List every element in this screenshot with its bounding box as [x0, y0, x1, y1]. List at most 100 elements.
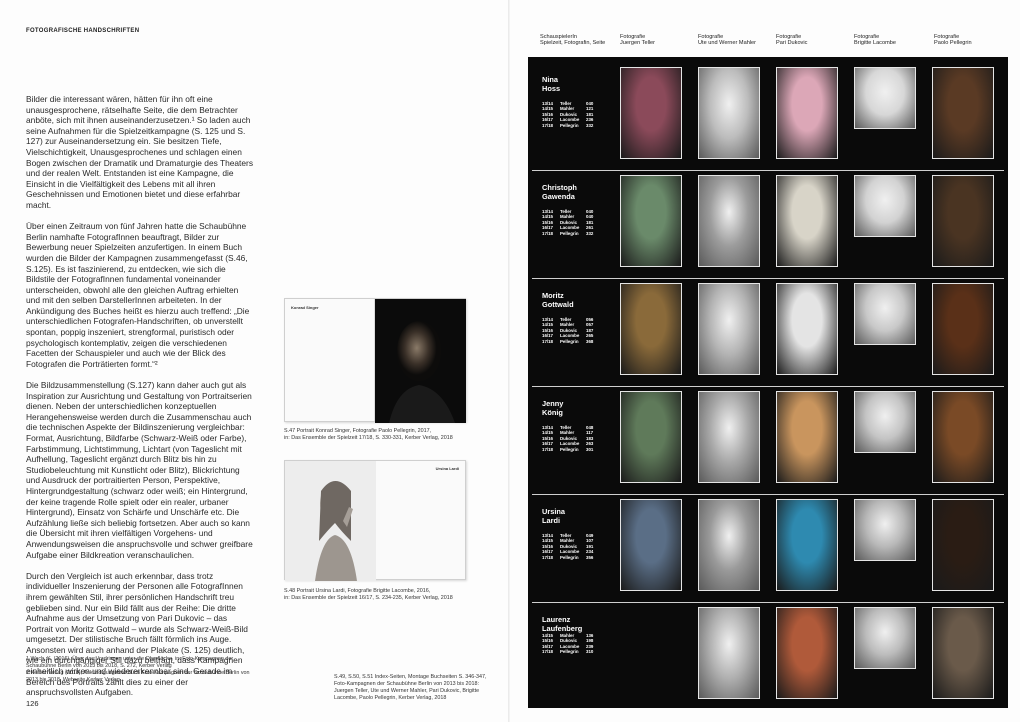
- portrait-photo: [932, 283, 994, 375]
- shoot-entry: 17/18 Pellegrin 356: [542, 554, 594, 560]
- paragraph: Die Bildzusammenstellung (S.127) kann da…: [26, 380, 253, 560]
- portrait-photo: [932, 499, 994, 591]
- body-text: Bilder die interessant wären, hätten für…: [26, 94, 254, 708]
- photo-fill: [699, 284, 759, 374]
- photo-fill: [855, 284, 915, 344]
- shoot-entry: 17/18 Pellegrin 332: [542, 122, 594, 128]
- portrait-index-table: Nina Hoss 13/14 Teller 040 14/15 Mahler 121 15/1…: [528, 57, 1008, 708]
- portrait-photo: [698, 499, 760, 591]
- portrait-photo: [932, 607, 994, 699]
- shoot-list: 13/14 Teller 040 14/15 Mahler 040 15/16 Dukovic…: [542, 209, 622, 236]
- portrait-photo: [854, 175, 916, 237]
- actor-name: Jenny König: [542, 399, 564, 417]
- shoot-entry: 17/18 Pellegrin 301: [542, 446, 594, 452]
- photo-fill: [777, 500, 837, 590]
- photo-fill: [855, 176, 915, 236]
- portrait-photo: [854, 499, 916, 561]
- paragraph: Bilder die interessant wären, hätten für…: [26, 94, 254, 210]
- index-caption: S.49, S.50, S.51 Index-Seiten, Montage B…: [334, 674, 487, 701]
- actor-row: Jenny König 13/14 Teller 048 14/15 Mahler 117 15…: [528, 387, 1008, 493]
- photo-fill: [699, 176, 759, 266]
- portrait-ursina-lardi: [285, 461, 376, 581]
- photo-fill: [777, 176, 837, 266]
- shoot-entry: 17/18 Pellegrin 368: [542, 338, 594, 344]
- portrait-photo: [932, 175, 994, 267]
- portrait-photo: [776, 391, 838, 483]
- portrait-photo: [285, 461, 376, 581]
- portrait-photo: [932, 67, 994, 159]
- photo-fill: [933, 500, 993, 590]
- actor-row: Christoph Gawenda 13/14 Teller 040 14/15 Mahle…: [528, 171, 1008, 277]
- portrait-photo: [620, 499, 682, 591]
- portrait-photo: [620, 283, 682, 375]
- portrait-photo: [854, 67, 916, 129]
- column-header-pellegrin: Fotografie Paolo Pellegrin: [934, 34, 972, 47]
- shoot-entry: 17/18 Pellegrin 332: [542, 230, 594, 236]
- actor-name: Ursina Lardi: [542, 507, 566, 525]
- shoot-list: 13/14 Teller 056 14/15 Mahler 057 15/16 Dukovic…: [542, 317, 622, 344]
- photo-fill: [699, 68, 759, 158]
- actor-row: Nina Hoss 13/14 Teller 040 14/15 Mahler 121 15/1…: [528, 63, 1008, 169]
- portrait-photo: [776, 607, 838, 699]
- photo-fill: [699, 608, 759, 698]
- page-number: 126: [26, 699, 39, 708]
- photo-fill: [699, 500, 759, 590]
- running-head: FOTOGRAFISCHE HANDSCHRIFTEN: [26, 28, 140, 34]
- footnotes: 1 Wach, K. (2016), Über das Vordringen u…: [26, 656, 256, 684]
- actor-name: Nina Hoss: [542, 75, 561, 93]
- book-spread-ursina-lardi: Ursina Lardi: [284, 460, 466, 581]
- actor-row: Moritz Gottwald 13/14 Teller 056 14/15 Mahler 0…: [528, 279, 1008, 385]
- portrait-photo: [698, 175, 760, 267]
- photo-fill: [855, 392, 915, 452]
- book-spread-konrad-singer: Konrad Singer: [284, 298, 466, 423]
- photo-fill: [933, 608, 993, 698]
- spread-left-page: Konrad Singer: [285, 299, 375, 421]
- right-page: SchauspielerIn Spielzeit, Fotografin, Sei…: [334, 0, 1020, 722]
- spread-label: Ursina Lardi: [435, 466, 459, 471]
- portrait-konrad-singer: [375, 299, 466, 423]
- photo-fill: [621, 176, 681, 266]
- photo-fill: [933, 176, 993, 266]
- portrait-photo: [854, 391, 916, 453]
- portrait-photo: [776, 67, 838, 159]
- portrait-photo: [698, 67, 760, 159]
- portrait-photo: [932, 391, 994, 483]
- figure-caption: S.47 Portrait Konrad Singer, Fotografie …: [284, 428, 453, 441]
- portrait-photo: [620, 67, 682, 159]
- photo-fill: [621, 284, 681, 374]
- footnote: 1 Wach, K. (2016), Über das Vordringen u…: [26, 656, 234, 669]
- photo-fill: [855, 608, 915, 668]
- shoot-list: 13/14 Teller 049 14/15 Mahler 107 15/16 Dukovic…: [542, 533, 622, 560]
- photo-fill: [777, 284, 837, 374]
- column-header-mahler: Fotografie Ute und Werner Mahler: [698, 34, 757, 47]
- shoot-list: 13/14 Teller 040 14/15 Mahler 121 15/16 Dukovic…: [542, 101, 622, 128]
- column-header-actors: SchauspielerIn Spielzeit, Fotografin, Sei…: [540, 34, 606, 47]
- portrait-photo: [776, 175, 838, 267]
- photo-fill: [777, 392, 837, 482]
- spread-right-page: Ursina Lardi: [375, 461, 465, 579]
- portrait-photo: [776, 499, 838, 591]
- portrait-photo: [620, 175, 682, 267]
- shoot-list: 14/15 Mahler 136 15/16 Dukovic 198 16/17 Lacomb…: [542, 633, 622, 655]
- photo-fill: [855, 500, 915, 560]
- actor-row: Laurenz Laufenberg 14/15 Mahler 136 15/16 Duko…: [528, 603, 1008, 709]
- portrait-photo: [698, 283, 760, 375]
- photo-fill: [933, 68, 993, 158]
- footnote: 2 Kerber Verlag (2018), Ankündigungstext…: [26, 670, 250, 683]
- portrait-photo: [776, 283, 838, 375]
- photo-fill: [621, 392, 681, 482]
- paragraph: Über einen Zeitraum von fünf Jahren hatt…: [26, 221, 250, 369]
- portrait-photo: [854, 607, 916, 669]
- photo-fill: [933, 284, 993, 374]
- column-header-dukovic: Fotografie Pari Dukovic: [776, 34, 808, 47]
- actor-row: Ursina Lardi 13/14 Teller 049 14/15 Mahler 107 1…: [528, 495, 1008, 601]
- actor-name: Christoph Gawenda: [542, 183, 577, 201]
- photo-fill: [621, 500, 681, 590]
- column-header-teller: Fotografie Juergen Teller: [620, 34, 656, 47]
- shoot-list: 13/14 Teller 048 14/15 Mahler 117 15/16 Dukovic…: [542, 425, 622, 452]
- photo-fill: [855, 68, 915, 128]
- shoot-entry: 17/18 Pellegrin 310: [542, 649, 594, 655]
- actor-name: Laurenz Laufenberg: [542, 615, 583, 633]
- spread-label: Konrad Singer: [291, 305, 319, 310]
- photo-fill: [777, 608, 837, 698]
